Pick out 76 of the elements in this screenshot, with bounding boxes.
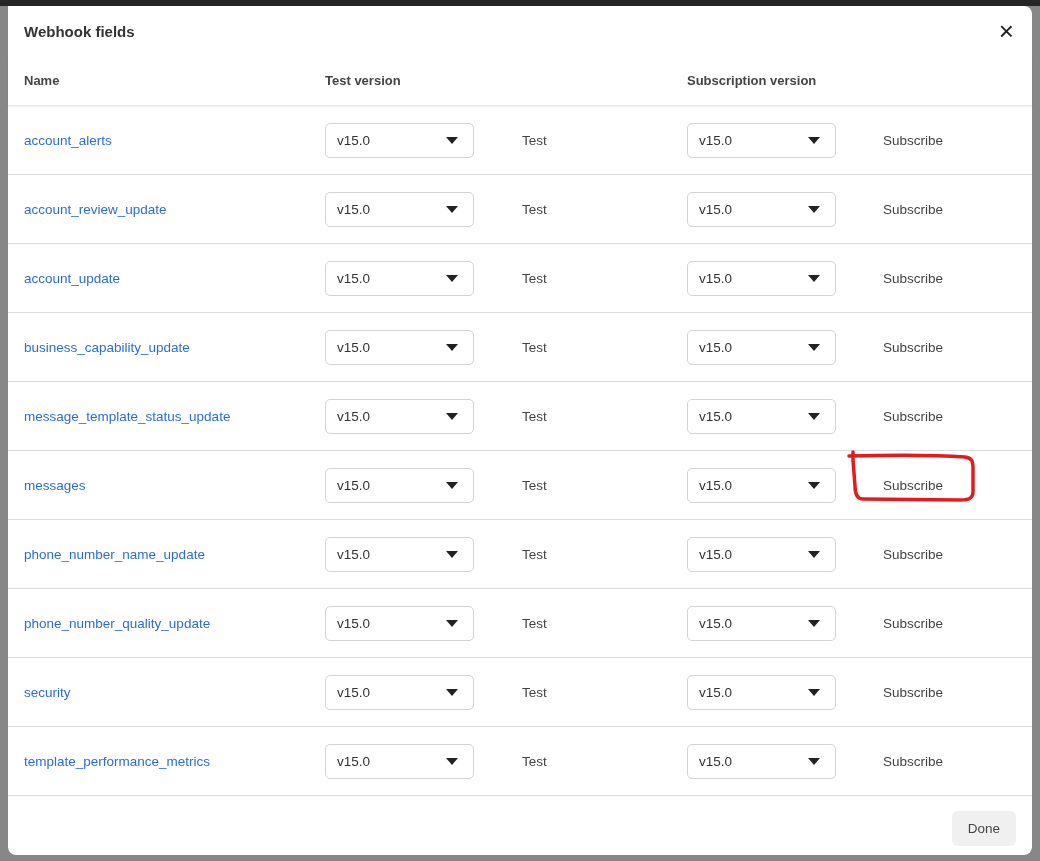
field-name-link[interactable]: security: [24, 684, 71, 700]
version-select[interactable]: v15.0: [687, 536, 836, 572]
version-select[interactable]: v15.0: [325, 467, 474, 503]
subscribe-button[interactable]: Subscribe: [883, 195, 944, 223]
test-button[interactable]: Test: [522, 471, 547, 499]
subscribe-button[interactable]: Subscribe: [883, 333, 944, 361]
version-select[interactable]: v15.0: [325, 398, 474, 434]
column-header: Subscription version: [687, 73, 818, 88]
test-button[interactable]: Test: [522, 195, 547, 223]
test-button[interactable]: Test: [522, 678, 547, 706]
version-select[interactable]: v15.0: [325, 329, 474, 365]
test-button[interactable]: Test: [522, 264, 547, 292]
version-select[interactable]: v15.0: [687, 743, 836, 779]
caret-icon: [446, 688, 458, 696]
field-name-link[interactable]: account_alerts: [24, 132, 112, 148]
caret-icon: [808, 550, 820, 558]
field-name-link[interactable]: phone_number_name_update: [24, 546, 205, 562]
subscribe-button[interactable]: Subscribe: [883, 402, 944, 430]
field-name-link[interactable]: phone_number_quality_update: [24, 615, 211, 631]
caret-icon: [808, 688, 820, 696]
subscribe-button[interactable]: Subscribe: [883, 126, 944, 154]
version-select[interactable]: v15.0: [325, 536, 474, 572]
caret-icon: [446, 343, 458, 351]
version-select[interactable]: v15.0: [687, 398, 836, 434]
caret-icon: [446, 136, 458, 144]
test-button[interactable]: Test: [522, 609, 547, 637]
caret-icon: [808, 136, 820, 144]
version-select[interactable]: v15.0: [687, 467, 836, 503]
caret-icon: [446, 619, 458, 627]
caret-icon: [808, 205, 820, 213]
caret-icon: [808, 412, 820, 420]
caret-icon: [446, 412, 458, 420]
subscribe-button[interactable]: Subscribe: [883, 264, 944, 292]
caret-icon: [446, 274, 458, 282]
caret-icon: [808, 757, 820, 765]
version-select[interactable]: v15.0: [325, 191, 474, 227]
field-name-link[interactable]: business_capability_update: [24, 339, 190, 355]
version-select[interactable]: v15.0: [687, 329, 836, 365]
caret-icon: [446, 481, 458, 489]
caret-icon: [808, 481, 820, 489]
test-button[interactable]: Test: [522, 402, 547, 430]
column-header: Test version: [325, 73, 402, 88]
subscribe-button[interactable]: Subscribe: [883, 609, 944, 637]
version-select[interactable]: v15.0: [687, 674, 836, 710]
caret-icon: [446, 205, 458, 213]
version-select[interactable]: v15.0: [687, 605, 836, 641]
field-name-link[interactable]: account_review_update: [24, 201, 167, 217]
version-select[interactable]: v15.0: [325, 260, 474, 296]
version-select[interactable]: v15.0: [325, 122, 474, 158]
field-name-link[interactable]: messages: [24, 477, 86, 493]
test-button[interactable]: Test: [522, 747, 547, 775]
version-select[interactable]: v15.0: [325, 743, 474, 779]
test-button[interactable]: Test: [522, 126, 547, 154]
dialog-title: Webhook fields: [24, 22, 135, 40]
version-select[interactable]: v15.0: [325, 605, 474, 641]
column-header: Name: [24, 73, 61, 88]
caret-icon: [808, 343, 820, 351]
version-select[interactable]: v15.0: [687, 191, 836, 227]
close-button[interactable]: ×: [996, 18, 1016, 44]
caret-icon: [808, 619, 820, 627]
field-name-link[interactable]: message_template_status_update: [24, 408, 231, 424]
version-select[interactable]: v15.0: [687, 122, 836, 158]
caret-icon: [808, 274, 820, 282]
field-name-link[interactable]: template_performance_metrics: [24, 753, 211, 769]
caret-icon: [446, 757, 458, 765]
version-select[interactable]: v15.0: [687, 260, 836, 296]
subscribe-button[interactable]: Subscribe: [883, 678, 944, 706]
caret-icon: [446, 550, 458, 558]
test-button[interactable]: Test: [522, 333, 547, 361]
done-button[interactable]: Done: [952, 811, 1016, 846]
field-name-link[interactable]: account_update: [24, 270, 121, 286]
subscribe-button[interactable]: Subscribe: [883, 471, 944, 499]
subscribe-button[interactable]: Subscribe: [883, 747, 944, 775]
version-select[interactable]: v15.0: [325, 674, 474, 710]
subscribe-button[interactable]: Subscribe: [883, 540, 944, 568]
test-button[interactable]: Test: [522, 540, 547, 568]
